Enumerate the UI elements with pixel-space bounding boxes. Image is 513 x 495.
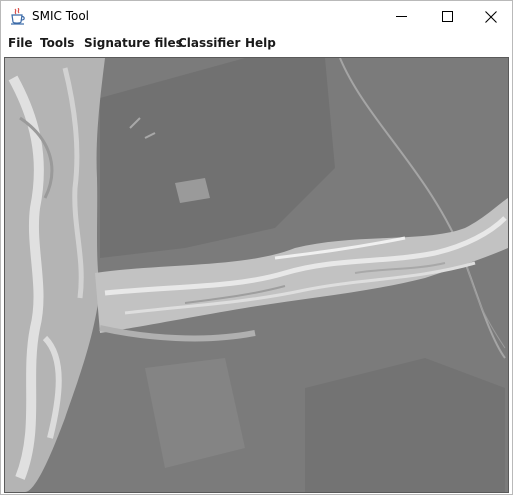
application-window: SMIC Tool File Tools Signature files Cla… (0, 0, 513, 495)
maximize-button[interactable] (424, 1, 470, 32)
close-icon (485, 10, 497, 23)
menu-bar: File Tools Signature files Classifier He… (1, 32, 512, 55)
minimize-button[interactable] (378, 1, 424, 32)
maximize-icon (441, 11, 453, 22)
minimize-icon (395, 11, 407, 22)
menu-file[interactable]: File (8, 36, 33, 50)
satellite-image (5, 58, 508, 492)
main-content (1, 55, 512, 494)
java-coffee-cup-icon (10, 7, 26, 25)
satellite-image-panel[interactable] (4, 57, 509, 493)
title-bar[interactable]: SMIC Tool (1, 1, 512, 32)
menu-tools[interactable]: Tools (40, 36, 74, 50)
close-button[interactable] (468, 1, 513, 32)
window-title: SMIC Tool (32, 9, 90, 23)
menu-help[interactable]: Help (245, 36, 276, 50)
menu-classifier[interactable]: Classifier (178, 36, 240, 50)
menu-signature-files[interactable]: Signature files (84, 36, 183, 50)
